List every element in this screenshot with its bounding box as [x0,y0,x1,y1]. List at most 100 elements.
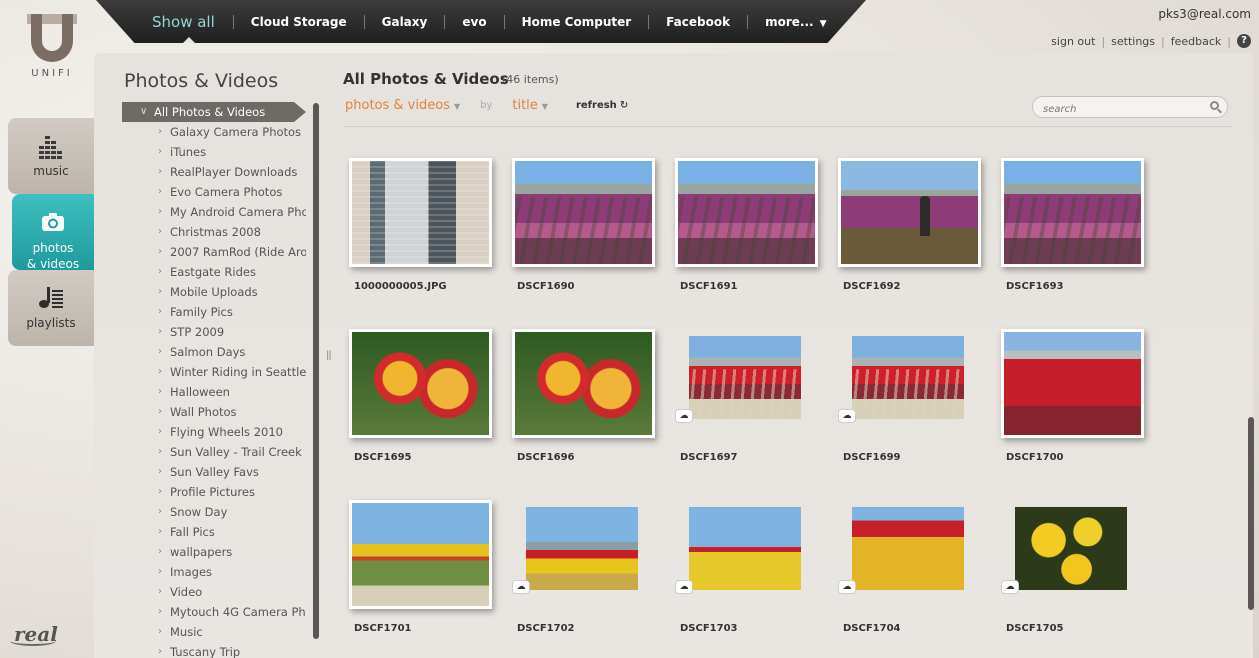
photo-thumbnail[interactable] [526,507,638,590]
nav-facebook[interactable]: Facebook [649,15,747,29]
photo-card[interactable]: DSCF1693 [995,150,1145,310]
photo-card[interactable]: DSCF1696 [506,321,656,481]
cloud-upload-icon[interactable]: ☁ [838,409,856,423]
photo-thumbnail[interactable] [838,158,981,267]
settings-link[interactable]: settings [1111,35,1155,48]
sidebar-folder-label: Mytouch 4G Camera Pho [170,605,306,619]
search-input[interactable] [1033,99,1203,120]
sidebar-folder-item[interactable]: › Sun Valley - Trail Creek F [122,442,306,462]
photo-thumbnail[interactable] [675,158,818,267]
photo-thumbnail[interactable] [349,329,492,438]
feedback-link[interactable]: feedback [1171,35,1222,48]
cloud-upload-icon[interactable]: ☁ [838,580,856,594]
sidebar-folder-item[interactable]: › Christmas 2008 [122,222,306,242]
sidebar-folder-item[interactable]: › Snow Day [122,502,306,522]
photo-thumbnail[interactable] [1001,329,1144,438]
photo-thumbnail[interactable] [512,329,655,438]
photo-card[interactable]: ☁ DSCF1704 [832,492,982,652]
sidebar-folder-item[interactable]: › Galaxy Camera Photos [122,122,306,142]
sidebar-scrollbar[interactable] [313,103,319,639]
sidebar-folder-item[interactable]: › Mytouch 4G Camera Pho [122,602,306,622]
search-box [1032,96,1228,120]
sidebar-folder-item[interactable]: › Eastgate Rides [122,262,306,282]
sidebar-folder-item[interactable]: › Salmon Days [122,342,306,362]
refresh-button[interactable]: refresh ↻ [576,100,628,111]
photo-card[interactable]: 1000000005.JPG [343,150,493,310]
photo-card[interactable]: DSCF1690 [506,150,656,310]
playlist-icon [39,287,63,308]
sidebar-folder-item[interactable]: › Evo Camera Photos [122,182,306,202]
sidebar-folder-item[interactable]: › STP 2009 [122,322,306,342]
nav-evo[interactable]: evo [445,15,503,29]
nav-cloud-storage[interactable]: Cloud Storage [234,15,364,29]
sidebar-folder-label: STP 2009 [170,325,225,339]
sidebar-folder-item[interactable]: › iTunes [122,142,306,162]
sidebar-folder-item[interactable]: › Music [122,622,306,642]
photo-thumbnail[interactable] [512,158,655,267]
sidebar-folder-item[interactable]: › Mobile Uploads [122,282,306,302]
photo-thumbnail[interactable] [349,158,492,267]
photo-caption: DSCF1700 [1006,452,1064,463]
sidebar-folder-item[interactable]: › Winter Riding in Seattle [122,362,306,382]
sidebar-folder-label: Wall Photos [170,405,237,419]
sort-dropdown[interactable]: title ▼ [512,98,548,113]
rail-tab-photos[interactable]: photos & videos [12,194,94,271]
sidebar-folder-item[interactable]: › 2007 RamRod (Ride Arou [122,242,306,262]
panel-splitter-handle[interactable]: || [326,350,332,361]
photo-card[interactable]: DSCF1695 [343,321,493,481]
real-logo[interactable]: real [10,622,58,646]
sidebar-folder-label: Sun Valley Favs [170,465,259,479]
sidebar-folder-item[interactable]: › Tuscany Trip [122,642,306,658]
sidebar-folder-item[interactable]: › Flying Wheels 2010 [122,422,306,442]
tree-root-item[interactable]: All Photos & Videos [122,102,306,122]
photo-thumbnail[interactable] [852,507,964,590]
sidebar-folder-item[interactable]: › Video [122,582,306,602]
sign-out-link[interactable]: sign out [1051,35,1095,48]
photo-thumbnail[interactable] [689,336,801,419]
photo-card[interactable]: DSCF1700 [995,321,1145,481]
sidebar-folder-item[interactable]: › My Android Camera Photo [122,202,306,222]
photo-thumbnail[interactable] [1001,158,1144,267]
sidebar-folder-item[interactable]: › Fall Pics [122,522,306,542]
content-scrollbar[interactable] [1248,417,1254,610]
photo-card[interactable]: ☁ DSCF1703 [669,492,819,652]
rail-tab-music[interactable]: music [8,118,94,194]
sidebar-folder-item[interactable]: › Images [122,562,306,582]
chevron-right-icon: › [158,486,162,497]
sidebar-folder-item[interactable]: › wallpapers [122,542,306,562]
help-icon[interactable]: ? [1237,34,1251,48]
photo-card[interactable]: ☁ DSCF1702 [506,492,656,652]
photo-thumbnail[interactable] [689,507,801,590]
rail-tab-playlists[interactable]: playlists [8,270,94,346]
nav-show-all[interactable]: Show all [140,13,233,31]
sidebar-folder-item[interactable]: › Halloween [122,382,306,402]
photo-thumbnail[interactable] [1015,507,1127,590]
photo-thumbnail[interactable] [349,500,492,609]
photo-card[interactable]: DSCF1692 [832,150,982,310]
photo-card[interactable]: ☁ DSCF1697 [669,321,819,481]
cloud-upload-icon[interactable]: ☁ [675,409,693,423]
sidebar-folder-item[interactable]: › RealPlayer Downloads [122,162,306,182]
chevron-right-icon: › [158,146,162,157]
sidebar-folder-label: Winter Riding in Seattle [170,365,306,379]
cloud-upload-icon[interactable]: ☁ [675,580,693,594]
photo-thumbnail[interactable] [852,336,964,419]
cloud-upload-icon[interactable]: ☁ [512,580,530,594]
chevron-right-icon: › [158,306,162,317]
sidebar-folder-item[interactable]: › Profile Pictures [122,482,306,502]
sidebar-folder-item[interactable]: › Family Pics [122,302,306,322]
nav-galaxy[interactable]: Galaxy [365,15,445,29]
search-icon[interactable] [1210,101,1219,110]
unifi-logo[interactable]: UNIFI [24,14,80,79]
photo-card[interactable]: DSCF1701 [343,492,493,652]
photo-card[interactable]: ☁ DSCF1699 [832,321,982,481]
sidebar-folder-item[interactable]: › Sun Valley Favs [122,462,306,482]
nav-more[interactable]: more... ▼ [748,15,843,29]
photo-card[interactable]: DSCF1691 [669,150,819,310]
sidebar-folder-item[interactable]: › Wall Photos [122,402,306,422]
nav-home-computer[interactable]: Home Computer [505,15,649,29]
rail-music-label: music [33,164,69,178]
photo-card[interactable]: ☁ DSCF1705 [995,492,1145,652]
type-filter-dropdown[interactable]: photos & videos ▼ [345,98,460,113]
cloud-upload-icon[interactable]: ☁ [1001,580,1019,594]
